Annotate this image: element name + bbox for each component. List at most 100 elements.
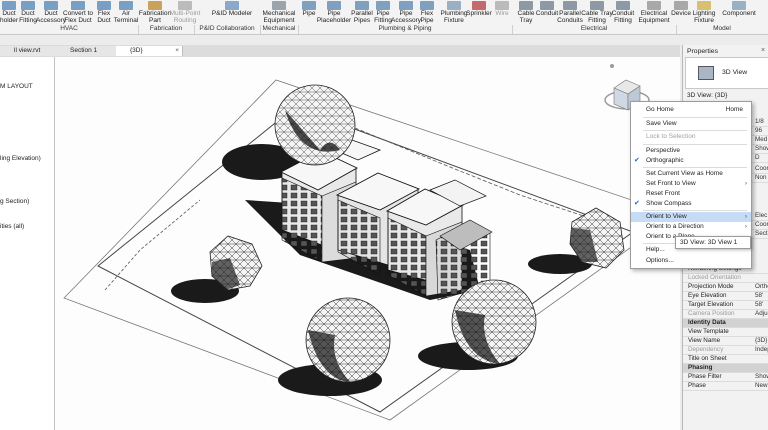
property-row[interactable]: View Template <box>683 328 768 338</box>
ribbon-button[interactable]: Component <box>722 0 756 24</box>
ribbon-group-label: Electrical <box>512 25 677 34</box>
chevron-right-icon: › <box>744 223 747 230</box>
property-row[interactable]: Identity Data <box>683 319 768 329</box>
property-name: Dependency <box>688 346 724 353</box>
ribbon-group-label: Mechanical <box>260 25 299 34</box>
ribbon-button[interactable]: Duct Accessory <box>36 0 66 24</box>
tool-icon <box>697 1 711 10</box>
property-row[interactable]: Projection Mode Ortho <box>683 283 768 293</box>
tab-label: ll view.rvt <box>14 47 41 54</box>
ribbon-button[interactable]: Fabrication Part <box>139 0 171 24</box>
property-row[interactable]: Phase New <box>683 382 768 392</box>
menu-item[interactable]: Perspective <box>631 146 751 156</box>
menu-item[interactable]: Orient to a Direction › <box>631 222 751 232</box>
close-icon[interactable]: × <box>175 46 179 56</box>
ribbon-button[interactable]: Plumbing Fixture <box>440 0 468 24</box>
menu-item[interactable]: Set Current View as Home <box>631 169 751 179</box>
ribbon-button[interactable]: Duct Fitting <box>18 0 38 24</box>
property-row[interactable]: Camera Position Adju <box>683 310 768 320</box>
ribbon-button-label: Multi-Point Routing <box>169 10 201 24</box>
tool-icon <box>540 1 554 10</box>
3d-viewport[interactable] <box>55 57 680 430</box>
chevron-right-icon: › <box>744 180 747 187</box>
ribbon-button[interactable]: Flex Pipe <box>418 0 436 24</box>
property-value: New <box>755 382 768 389</box>
ribbon-button[interactable]: Lighting Fixture <box>692 0 716 24</box>
ribbon-button[interactable]: Device <box>671 0 691 24</box>
ribbon-button[interactable]: Conduit Fitting <box>611 0 635 24</box>
property-name: Phase Filter <box>688 373 722 380</box>
submenu-item-3d-view-1[interactable]: 3D View: 3D View 1 <box>680 237 737 248</box>
menu-item[interactable]: ✔ Show Compass <box>631 199 751 209</box>
menu-item[interactable]: Reset Front <box>631 189 751 199</box>
browser-item[interactable]: ities (all) <box>0 223 24 230</box>
tab-3d-view[interactable]: {3D} × <box>116 46 183 56</box>
type-selector[interactable]: 3D View <box>685 57 768 89</box>
checkmark-icon: ✔ <box>634 200 640 207</box>
tool-icon <box>302 1 316 10</box>
ribbon-group-label: Model <box>676 25 768 34</box>
browser-item[interactable]: g Section) <box>0 198 29 205</box>
tool-icon <box>327 1 341 10</box>
ribbon-button[interactable]: Sprinkler <box>466 0 492 24</box>
menu-item[interactable]: ✔ Orthographic <box>631 156 751 166</box>
menu-item[interactable]: Set Front to View › <box>631 179 751 189</box>
tree-model <box>274 84 356 166</box>
ribbon-button[interactable]: Convert to Flex Duct <box>63 0 93 24</box>
menu-item[interactable]: Lock to Selection <box>631 132 751 142</box>
ribbon-button[interactable]: Multi-Point Routing <box>170 0 200 24</box>
ribbon-button[interactable]: Pipe Accessory <box>391 0 421 24</box>
ribbon-button-label: Pipe Placeholder <box>316 10 352 24</box>
property-value: 58' <box>755 301 764 308</box>
tab-label: Section 1 <box>70 47 98 54</box>
view-selector[interactable]: 3D View: {3D} <box>687 92 727 99</box>
tool-icon <box>355 1 369 10</box>
menu-item-label: Options... <box>646 257 674 264</box>
ribbon-button-label: Electrical Equipment <box>638 10 670 24</box>
ribbon-button[interactable]: Cable Tray Fitting <box>581 0 613 24</box>
ribbon-button[interactable]: Parallel Pipes <box>350 0 374 24</box>
property-row[interactable]: Title on Sheet <box>683 355 768 365</box>
ribbon-button[interactable]: Electrical Equipment <box>638 0 670 24</box>
menu-item[interactable]: Options... <box>631 256 751 266</box>
ribbon-button[interactable]: Conduit <box>536 0 558 24</box>
ribbon-group-label: Plumbing & Piping <box>298 25 513 34</box>
browser-item[interactable]: M LAYOUT <box>0 83 33 90</box>
tree-model <box>305 297 391 383</box>
property-row[interactable]: Locked Orientation <box>683 274 768 284</box>
menu-item[interactable]: Go Home Home <box>631 105 751 115</box>
ribbon-button-label: Duct Accessory <box>36 10 66 24</box>
property-row[interactable]: Phasing <box>683 364 768 374</box>
ribbon-button[interactable]: Air Terminal <box>113 0 139 24</box>
ribbon-button[interactable]: Parallel Conduits <box>557 0 583 24</box>
ribbon-button[interactable]: Wire <box>494 0 510 24</box>
ribbon-button[interactable]: Cable Tray <box>516 0 536 24</box>
ribbon-button[interactable]: Mechanical Equipment <box>262 0 296 24</box>
ribbon-button-label: Parallel Pipes <box>351 10 373 24</box>
ribbon-button[interactable]: Duct holder <box>0 0 18 24</box>
ribbon-button[interactable]: P&ID Modeler <box>210 0 254 24</box>
ribbon-button-label: Conduit <box>535 10 559 17</box>
property-row[interactable]: Eye Elevation 58' <box>683 292 768 302</box>
property-value: 1/8 <box>755 118 764 125</box>
property-row[interactable]: Target Elevation 58' <box>683 301 768 311</box>
ribbon-button-label: Mechanical Equipment <box>262 10 296 24</box>
tool-icon <box>44 1 58 10</box>
ribbon-button[interactable]: Flex Duct <box>95 0 113 24</box>
menu-item-label: Help... <box>646 246 665 253</box>
property-name: Title on Sheet <box>688 355 727 362</box>
tool-icon <box>563 1 577 10</box>
property-value: Adju <box>755 310 768 317</box>
property-row[interactable]: View Name {3D} <box>683 337 768 347</box>
property-value: 58' <box>755 292 764 299</box>
ribbon-button[interactable]: Pipe <box>300 0 318 24</box>
browser-item[interactable]: ling Elevation) <box>0 155 41 162</box>
menu-item[interactable]: Orient to View › <box>631 212 751 222</box>
property-row[interactable]: Phase Filter Show <box>683 373 768 383</box>
menu-item-label: Go Home <box>646 106 674 113</box>
menu-item[interactable]: Save View <box>631 119 751 129</box>
ribbon-button[interactable]: Pipe Placeholder <box>316 0 352 24</box>
property-name: Phase <box>688 382 706 389</box>
close-icon[interactable]: × <box>761 47 765 54</box>
property-row[interactable]: Dependency Indep <box>683 346 768 356</box>
